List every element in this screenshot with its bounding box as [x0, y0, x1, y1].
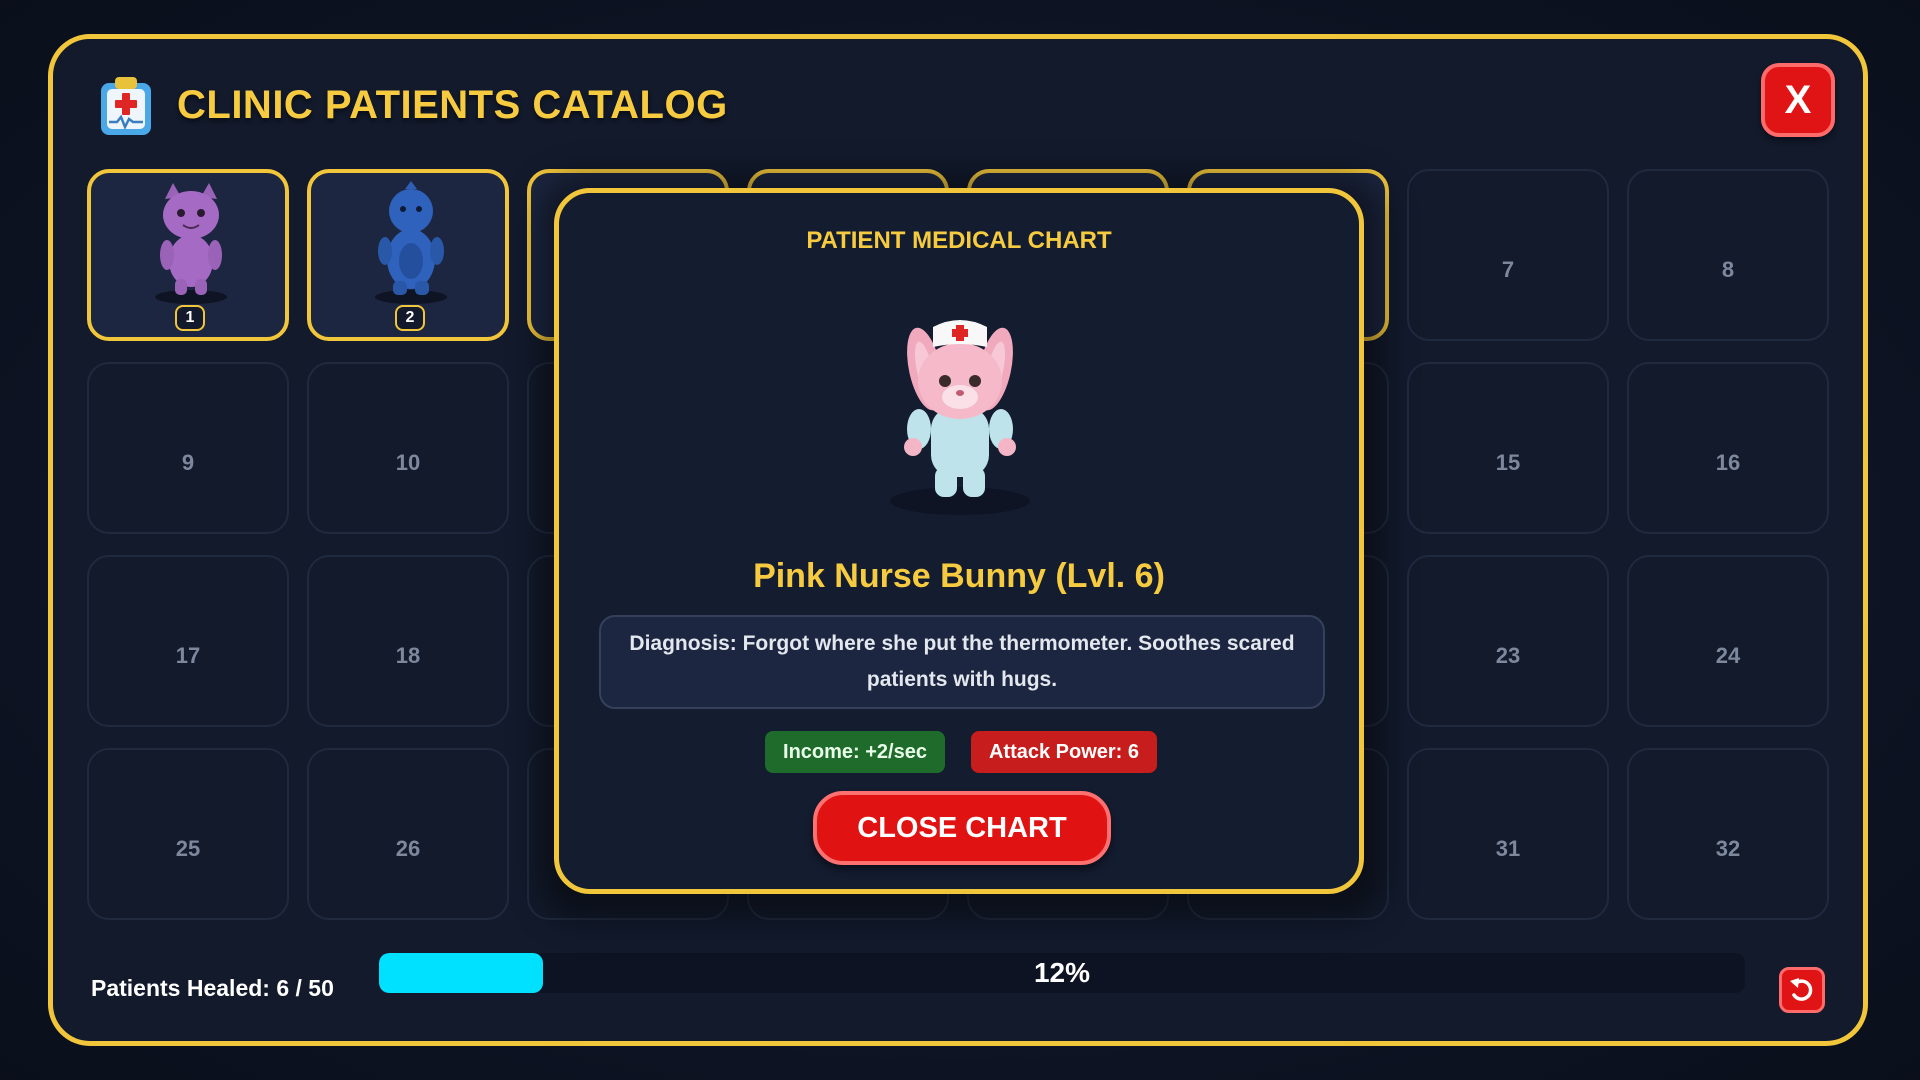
slot-number: 18	[395, 643, 421, 668]
catalog-slot-16[interactable]: 16	[1627, 362, 1829, 534]
close-button[interactable]: X	[1761, 63, 1835, 137]
catalog-slot-2[interactable]: 2	[307, 169, 509, 341]
page-title: CLINIC PATIENTS CATALOG	[177, 83, 728, 127]
catalog-slot-23[interactable]: 23	[1407, 555, 1609, 727]
catalog-slot-15[interactable]: 15	[1407, 362, 1609, 534]
progress-label: Patients Healed: 6 / 50	[91, 975, 334, 1001]
slot-number: 10	[395, 450, 421, 475]
slot-number-badge: 2	[395, 305, 425, 331]
catalog-slot-25[interactable]: 25	[87, 748, 289, 920]
slot-number: 23	[1495, 643, 1521, 668]
catalog-slot-26[interactable]: 26	[307, 748, 509, 920]
catalog-slot-32[interactable]: 32	[1627, 748, 1829, 920]
undo-icon	[1790, 978, 1813, 1001]
catalog-slot-17[interactable]: 17	[87, 555, 289, 727]
slot-number: 24	[1715, 643, 1741, 668]
catalog-slot-8[interactable]: 8	[1627, 169, 1829, 341]
close-chart-button[interactable]: CLOSE CHART	[813, 791, 1111, 865]
medical-chart-modal: PATIENT MEDICAL CHART Pink Nurse Bunny (…	[554, 188, 1364, 894]
slot-number: 26	[395, 836, 421, 861]
blue-dino-plush-icon	[367, 181, 455, 305]
slot-number-badge: 1	[175, 305, 205, 331]
undo-button[interactable]	[1779, 967, 1825, 1013]
attack-power-badge: Attack Power: 6	[971, 731, 1157, 773]
catalog-slot-9[interactable]: 9	[87, 362, 289, 534]
slot-number: 16	[1715, 450, 1741, 475]
income-badge: Income: +2/sec	[765, 731, 945, 773]
slot-number: 9	[181, 450, 195, 475]
slot-number: 15	[1495, 450, 1521, 475]
catalog-slot-1[interactable]: 1	[87, 169, 289, 341]
purple-cat-plush-icon	[147, 181, 235, 305]
patient-name: Pink Nurse Bunny (Lvl. 6)	[753, 557, 1165, 595]
catalog-slot-31[interactable]: 31	[1407, 748, 1609, 920]
slot-number: 8	[1721, 257, 1735, 282]
slot-number: 31	[1495, 836, 1521, 861]
slot-number: 17	[175, 643, 201, 668]
catalog-slot-10[interactable]: 10	[307, 362, 509, 534]
progress-bar: 12%	[379, 953, 1745, 993]
clipboard-medical-icon	[101, 77, 151, 135]
nurse-bunny-plush-icon	[890, 320, 1030, 515]
modal-title: PATIENT MEDICAL CHART	[806, 227, 1112, 254]
slot-number: 7	[1501, 257, 1515, 282]
catalog-slot-24[interactable]: 24	[1627, 555, 1829, 727]
progress-percent: 12%	[1033, 957, 1091, 988]
catalog-slot-7[interactable]: 7	[1407, 169, 1609, 341]
slot-number: 25	[175, 836, 201, 861]
catalog-slot-18[interactable]: 18	[307, 555, 509, 727]
diagnosis-text: Diagnosis: Forgot where she put the ther…	[599, 615, 1325, 709]
slot-number: 32	[1715, 836, 1741, 861]
